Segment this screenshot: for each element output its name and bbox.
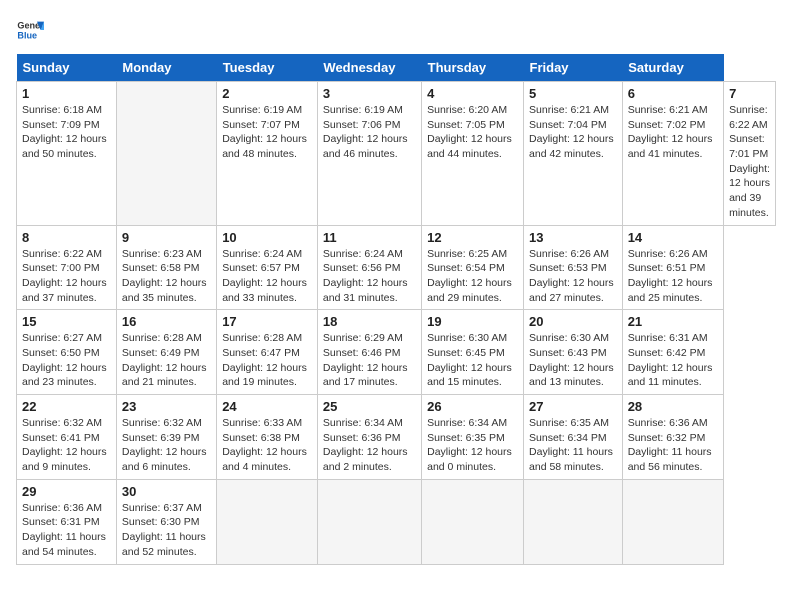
calendar-body: 1Sunrise: 6:18 AM Sunset: 7:09 PM Daylig… — [17, 82, 776, 565]
weekday-header-thursday: Thursday — [422, 54, 524, 82]
calendar-day-empty — [622, 479, 723, 564]
weekday-header-row: SundayMondayTuesdayWednesdayThursdayFrid… — [17, 54, 776, 82]
general-blue-logo-icon: General Blue — [16, 16, 44, 44]
calendar-day-4: 4Sunrise: 6:20 AM Sunset: 7:05 PM Daylig… — [422, 82, 524, 226]
calendar-day-6: 6Sunrise: 6:21 AM Sunset: 7:02 PM Daylig… — [622, 82, 723, 226]
calendar-day-7: 7Sunrise: 6:22 AM Sunset: 7:01 PM Daylig… — [724, 82, 776, 226]
calendar-day-23: 23Sunrise: 6:32 AM Sunset: 6:39 PM Dayli… — [116, 395, 216, 480]
calendar-day-29: 29Sunrise: 6:36 AM Sunset: 6:31 PM Dayli… — [17, 479, 117, 564]
calendar-week-1: 1Sunrise: 6:18 AM Sunset: 7:09 PM Daylig… — [17, 82, 776, 226]
calendar-day-27: 27Sunrise: 6:35 AM Sunset: 6:34 PM Dayli… — [524, 395, 623, 480]
calendar-day-empty — [422, 479, 524, 564]
calendar-day-empty — [524, 479, 623, 564]
calendar-day-empty — [317, 479, 421, 564]
weekday-header-wednesday: Wednesday — [317, 54, 421, 82]
calendar-week-3: 15Sunrise: 6:27 AM Sunset: 6:50 PM Dayli… — [17, 310, 776, 395]
calendar-day-30: 30Sunrise: 6:37 AM Sunset: 6:30 PM Dayli… — [116, 479, 216, 564]
calendar-week-2: 8Sunrise: 6:22 AM Sunset: 7:00 PM Daylig… — [17, 225, 776, 310]
calendar-day-19: 19Sunrise: 6:30 AM Sunset: 6:45 PM Dayli… — [422, 310, 524, 395]
calendar-day-8: 8Sunrise: 6:22 AM Sunset: 7:00 PM Daylig… — [17, 225, 117, 310]
calendar-day-18: 18Sunrise: 6:29 AM Sunset: 6:46 PM Dayli… — [317, 310, 421, 395]
calendar-day-11: 11Sunrise: 6:24 AM Sunset: 6:56 PM Dayli… — [317, 225, 421, 310]
calendar-day-16: 16Sunrise: 6:28 AM Sunset: 6:49 PM Dayli… — [116, 310, 216, 395]
calendar-day-empty — [116, 82, 216, 226]
calendar-week-4: 22Sunrise: 6:32 AM Sunset: 6:41 PM Dayli… — [17, 395, 776, 480]
logo: General Blue — [16, 16, 44, 44]
calendar-week-5: 29Sunrise: 6:36 AM Sunset: 6:31 PM Dayli… — [17, 479, 776, 564]
calendar-day-24: 24Sunrise: 6:33 AM Sunset: 6:38 PM Dayli… — [217, 395, 318, 480]
calendar-day-15: 15Sunrise: 6:27 AM Sunset: 6:50 PM Dayli… — [17, 310, 117, 395]
calendar-day-21: 21Sunrise: 6:31 AM Sunset: 6:42 PM Dayli… — [622, 310, 723, 395]
calendar-day-17: 17Sunrise: 6:28 AM Sunset: 6:47 PM Dayli… — [217, 310, 318, 395]
weekday-header-monday: Monday — [116, 54, 216, 82]
calendar-day-2: 2Sunrise: 6:19 AM Sunset: 7:07 PM Daylig… — [217, 82, 318, 226]
calendar-day-22: 22Sunrise: 6:32 AM Sunset: 6:41 PM Dayli… — [17, 395, 117, 480]
calendar-day-13: 13Sunrise: 6:26 AM Sunset: 6:53 PM Dayli… — [524, 225, 623, 310]
calendar-day-14: 14Sunrise: 6:26 AM Sunset: 6:51 PM Dayli… — [622, 225, 723, 310]
weekday-header-tuesday: Tuesday — [217, 54, 318, 82]
calendar-day-28: 28Sunrise: 6:36 AM Sunset: 6:32 PM Dayli… — [622, 395, 723, 480]
weekday-header-friday: Friday — [524, 54, 623, 82]
weekday-header-saturday: Saturday — [622, 54, 723, 82]
calendar-day-9: 9Sunrise: 6:23 AM Sunset: 6:58 PM Daylig… — [116, 225, 216, 310]
calendar-day-25: 25Sunrise: 6:34 AM Sunset: 6:36 PM Dayli… — [317, 395, 421, 480]
calendar-day-26: 26Sunrise: 6:34 AM Sunset: 6:35 PM Dayli… — [422, 395, 524, 480]
calendar-day-empty — [217, 479, 318, 564]
weekday-header-sunday: Sunday — [17, 54, 117, 82]
calendar-day-5: 5Sunrise: 6:21 AM Sunset: 7:04 PM Daylig… — [524, 82, 623, 226]
svg-text:Blue: Blue — [17, 30, 37, 40]
header: General Blue — [16, 16, 776, 44]
calendar-day-3: 3Sunrise: 6:19 AM Sunset: 7:06 PM Daylig… — [317, 82, 421, 226]
calendar-day-12: 12Sunrise: 6:25 AM Sunset: 6:54 PM Dayli… — [422, 225, 524, 310]
calendar-table: SundayMondayTuesdayWednesdayThursdayFrid… — [16, 54, 776, 565]
calendar-day-1: 1Sunrise: 6:18 AM Sunset: 7:09 PM Daylig… — [17, 82, 117, 226]
calendar-day-10: 10Sunrise: 6:24 AM Sunset: 6:57 PM Dayli… — [217, 225, 318, 310]
calendar-header: SundayMondayTuesdayWednesdayThursdayFrid… — [17, 54, 776, 82]
calendar-day-20: 20Sunrise: 6:30 AM Sunset: 6:43 PM Dayli… — [524, 310, 623, 395]
